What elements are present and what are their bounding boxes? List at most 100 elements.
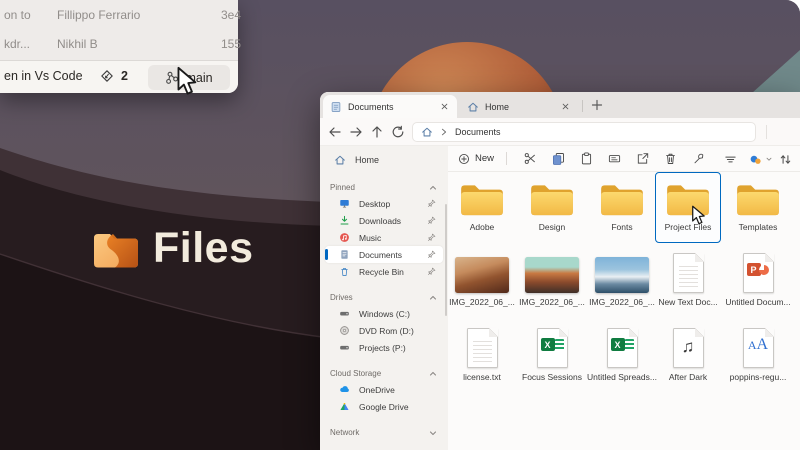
new-tab-button[interactable]: [590, 98, 604, 112]
navigation-sidebar: Home Pinned Desktop Downloads: [320, 146, 448, 450]
sidebar-item-onedrive[interactable]: OneDrive: [325, 381, 443, 398]
commit-author: Fillippo Ferrario: [57, 8, 140, 22]
text-file-tile[interactable]: New Text Doc...: [655, 247, 721, 318]
archive-icon[interactable]: [692, 152, 705, 165]
breadcrumb-location: Documents: [455, 127, 501, 137]
chevron-up-icon[interactable]: [428, 369, 438, 379]
audio-file-tile[interactable]: ♫ After Dark: [655, 322, 721, 393]
image-file-tile[interactable]: IMG_2022_06_...: [589, 247, 655, 318]
rename-icon[interactable]: [608, 152, 621, 165]
commit-row[interactable]: kdr... Nikhil B 155: [0, 31, 238, 57]
sidebar-item-windows-c[interactable]: Windows (C:): [325, 305, 443, 322]
sidebar-section-pinned[interactable]: Pinned: [320, 180, 448, 195]
excel-spreadsheet-icon: X: [607, 328, 638, 368]
text-file-tile[interactable]: license.txt: [449, 322, 515, 393]
excel-file-tile[interactable]: X Focus Sessions: [519, 322, 585, 393]
sidebar-item-recycle-bin[interactable]: Recycle Bin: [325, 263, 443, 280]
pin-icon: [427, 199, 436, 208]
sidebar-section-drives[interactable]: Drives: [320, 290, 448, 305]
chevron-up-icon[interactable]: [428, 293, 438, 303]
home-breadcrumb-icon: [421, 126, 433, 138]
folder-tile[interactable]: Fonts: [589, 172, 655, 243]
sidebar-section-network[interactable]: Network: [320, 425, 448, 440]
delete-icon[interactable]: [664, 152, 677, 165]
back-button[interactable]: [328, 125, 342, 139]
excel-file-tile[interactable]: X Untitled Spreads...: [589, 322, 655, 393]
layout-icon[interactable]: [724, 153, 737, 166]
sidebar-item-projects-p[interactable]: Projects (P:): [325, 339, 443, 356]
address-bar: Documents: [320, 118, 800, 146]
address-search-divider: [766, 125, 767, 139]
open-in-vscode-button[interactable]: en in Vs Code: [4, 69, 83, 83]
new-button[interactable]: New: [458, 153, 494, 165]
sidebar-item-desktop[interactable]: Desktop: [325, 195, 443, 212]
pin-icon: [427, 267, 436, 276]
chevron-up-icon[interactable]: [428, 183, 438, 193]
files-app-title: Files: [153, 224, 254, 273]
folder-tile[interactable]: Design: [519, 172, 585, 243]
image-file-tile[interactable]: IMG_2022_06_...: [449, 247, 515, 318]
refresh-button[interactable]: [391, 125, 405, 139]
toolbar: New: [448, 146, 800, 172]
toolbar-divider: [506, 152, 507, 165]
branch-selector-button[interactable]: main: [148, 65, 230, 90]
onedrive-cloud-icon: [339, 384, 350, 395]
chevron-down-icon[interactable]: [765, 155, 773, 163]
item-label: Templates: [739, 222, 778, 232]
commit-row[interactable]: on to Fillippo Ferrario 3e4: [0, 2, 238, 28]
document-tab-icon: [330, 101, 342, 113]
photo-thumbnail: [455, 257, 509, 293]
sidebar-item-label: Google Drive: [359, 402, 443, 412]
view-options-icon[interactable]: [749, 153, 762, 166]
copy-icon[interactable]: [552, 152, 565, 165]
commit-count-indicator[interactable]: 2: [100, 69, 128, 83]
cut-icon[interactable]: [524, 152, 537, 165]
powerpoint-document-icon: P: [743, 253, 774, 293]
sidebar-scrollbar[interactable]: [445, 204, 448, 316]
up-button[interactable]: [370, 125, 384, 139]
share-icon[interactable]: [636, 152, 649, 165]
commit-diamond-icon: [100, 69, 114, 83]
close-tab-icon[interactable]: [438, 101, 450, 113]
chevron-down-icon[interactable]: [428, 428, 438, 438]
item-label: IMG_2022_06_...: [519, 297, 585, 307]
tab-home[interactable]: Home: [460, 95, 578, 118]
sidebar-item-home[interactable]: Home: [320, 149, 448, 170]
file-explorer-window: Documents Home Documents: [320, 92, 800, 450]
commit-author: Nikhil B: [57, 37, 98, 51]
font-file-tile[interactable]: AA poppins-regu...: [725, 322, 791, 393]
sidebar-item-label: Projects (P:): [359, 343, 443, 353]
text-document-icon: [467, 328, 498, 368]
commit-message: on to: [4, 8, 31, 22]
sort-icon[interactable]: [779, 153, 792, 166]
image-file-tile[interactable]: IMG_2022_06_...: [519, 247, 585, 318]
sidebar-item-dvd-rom[interactable]: DVD Rom (D:): [325, 322, 443, 339]
sidebar-item-label: Documents: [359, 250, 418, 260]
forward-button[interactable]: [349, 125, 363, 139]
item-label: Project Files: [665, 222, 712, 232]
sidebar-item-music[interactable]: Music: [325, 229, 443, 246]
home-tab-icon: [467, 101, 479, 113]
photo-thumbnail: [595, 257, 649, 293]
close-tab-icon[interactable]: [559, 101, 571, 113]
plus-circle-icon: [458, 153, 470, 165]
item-label: IMG_2022_06_...: [449, 297, 515, 307]
tab-label: Documents: [348, 102, 432, 112]
sidebar-item-google-drive[interactable]: Google Drive: [325, 398, 443, 415]
downloads-icon: [339, 215, 350, 226]
folder-tile[interactable]: Templates: [725, 172, 791, 243]
tab-documents[interactable]: Documents: [323, 95, 457, 118]
sidebar-item-label: Recycle Bin: [359, 267, 418, 277]
paste-icon[interactable]: [580, 152, 593, 165]
breadcrumb[interactable]: Documents: [412, 122, 756, 142]
item-label: New Text Doc...: [658, 297, 717, 307]
folder-icon: [735, 182, 781, 218]
sidebar-section-cloud-storage[interactable]: Cloud Storage: [320, 366, 448, 381]
files-logo-icon: [93, 230, 139, 268]
sidebar-item-downloads[interactable]: Downloads: [325, 212, 443, 229]
sidebar-item-documents[interactable]: Documents: [325, 246, 443, 263]
folder-tile[interactable]: Adobe: [449, 172, 515, 243]
powerpoint-file-tile[interactable]: P Untitled Docum...: [725, 247, 791, 318]
folder-tile-selected[interactable]: Project Files: [655, 172, 721, 243]
sidebar-item-label: Home: [355, 155, 448, 165]
